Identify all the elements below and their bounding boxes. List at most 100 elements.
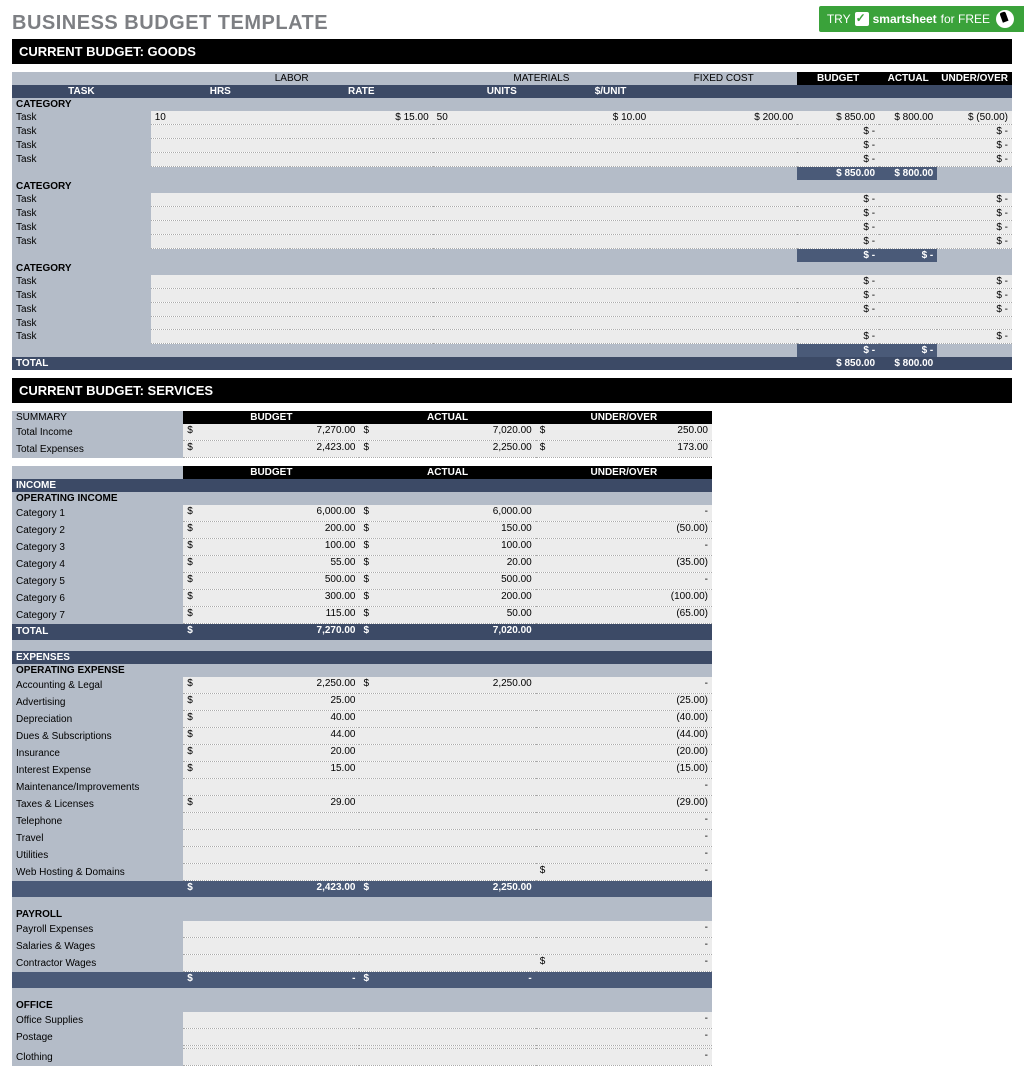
cell[interactable]: Task <box>12 275 151 289</box>
cell[interactable]: $15.00 <box>183 762 359 779</box>
cell[interactable]: $ - <box>797 235 879 249</box>
cell[interactable]: - <box>536 921 712 938</box>
cell[interactable]: $ - <box>937 153 1012 167</box>
cell[interactable] <box>359 711 535 728</box>
cell[interactable]: $173.00 <box>536 441 712 458</box>
cell[interactable] <box>433 289 571 303</box>
cell[interactable]: $ - <box>797 303 879 317</box>
cell[interactable] <box>151 153 290 167</box>
cell[interactable]: $20.00 <box>359 556 535 573</box>
cell[interactable] <box>183 1029 359 1046</box>
cell[interactable]: $29.00 <box>183 796 359 813</box>
cell[interactable]: $ - <box>797 330 879 344</box>
cell[interactable] <box>433 317 571 330</box>
cell[interactable]: $ - <box>937 125 1012 139</box>
cell[interactable] <box>433 207 571 221</box>
cell[interactable]: (100.00) <box>536 590 712 607</box>
cell[interactable] <box>359 921 535 938</box>
cell[interactable]: Task <box>12 111 151 125</box>
cell[interactable] <box>359 830 535 847</box>
cell[interactable]: $6,000.00 <box>359 505 535 522</box>
cell[interactable]: - <box>536 539 712 556</box>
cell[interactable]: $ 15.00 <box>290 111 433 125</box>
cell[interactable]: $100.00 <box>359 539 535 556</box>
cell[interactable] <box>290 275 433 289</box>
cell[interactable] <box>290 221 433 235</box>
cell[interactable] <box>151 303 290 317</box>
cell[interactable]: (65.00) <box>536 607 712 624</box>
cell[interactable] <box>183 955 359 972</box>
cell[interactable]: $ - <box>797 193 879 207</box>
cell[interactable] <box>359 938 535 955</box>
cell[interactable]: $7,270.00 <box>183 424 359 441</box>
cell[interactable] <box>571 235 650 249</box>
cell[interactable]: $ 800.00 <box>879 111 937 125</box>
cell[interactable] <box>290 139 433 153</box>
cell[interactable]: $ - <box>937 330 1012 344</box>
cell[interactable]: (50.00) <box>536 522 712 539</box>
cell[interactable]: $ - <box>797 289 879 303</box>
cell[interactable] <box>879 317 937 330</box>
cell[interactable]: (20.00) <box>536 745 712 762</box>
cell[interactable] <box>433 303 571 317</box>
cell[interactable]: $ (50.00) <box>937 111 1012 125</box>
cell[interactable]: 50 <box>433 111 571 125</box>
cell[interactable]: $ - <box>937 289 1012 303</box>
cell[interactable] <box>571 139 650 153</box>
cell[interactable]: Task <box>12 125 151 139</box>
cell[interactable]: $ - <box>797 139 879 153</box>
cell[interactable]: $115.00 <box>183 607 359 624</box>
cell[interactable] <box>359 728 535 745</box>
cell[interactable] <box>359 762 535 779</box>
cell[interactable] <box>290 207 433 221</box>
cell[interactable] <box>290 303 433 317</box>
cell[interactable]: $ - <box>937 221 1012 235</box>
cell[interactable]: $ - <box>937 207 1012 221</box>
cell[interactable]: $150.00 <box>359 522 535 539</box>
cell[interactable]: Task <box>12 317 151 330</box>
cell[interactable]: (25.00) <box>536 694 712 711</box>
cell[interactable] <box>879 193 937 207</box>
cell[interactable]: (44.00) <box>536 728 712 745</box>
cell[interactable]: - <box>536 938 712 955</box>
cell[interactable] <box>290 317 433 330</box>
cell[interactable] <box>183 779 359 796</box>
cell[interactable]: $2,250.00 <box>183 677 359 694</box>
cell[interactable]: $7,020.00 <box>359 424 535 441</box>
cell[interactable] <box>433 330 571 344</box>
cell[interactable]: (29.00) <box>536 796 712 813</box>
cell[interactable] <box>650 207 797 221</box>
cell[interactable]: $- <box>536 864 712 881</box>
cell[interactable] <box>151 221 290 235</box>
cell[interactable]: Task <box>12 221 151 235</box>
cell[interactable]: $ - <box>937 303 1012 317</box>
cell[interactable]: $ - <box>797 125 879 139</box>
cell[interactable]: $ 10.00 <box>571 111 650 125</box>
cell[interactable]: (15.00) <box>536 762 712 779</box>
cell[interactable] <box>290 235 433 249</box>
cell[interactable] <box>879 235 937 249</box>
cell[interactable]: $ 850.00 <box>797 111 879 125</box>
cell[interactable] <box>151 207 290 221</box>
cell[interactable] <box>359 745 535 762</box>
cell[interactable]: $50.00 <box>359 607 535 624</box>
cell[interactable]: Task <box>12 289 151 303</box>
cell[interactable] <box>359 796 535 813</box>
cell[interactable]: $20.00 <box>183 745 359 762</box>
cell[interactable] <box>571 207 650 221</box>
cell[interactable]: $25.00 <box>183 694 359 711</box>
cell[interactable]: Task <box>12 303 151 317</box>
cell[interactable] <box>151 139 290 153</box>
cell[interactable]: (35.00) <box>536 556 712 573</box>
cell[interactable] <box>433 139 571 153</box>
cell[interactable] <box>937 317 1012 330</box>
cell[interactable] <box>879 139 937 153</box>
cell[interactable]: $200.00 <box>359 590 535 607</box>
cell[interactable]: $2,250.00 <box>359 441 535 458</box>
cell[interactable]: Task <box>12 139 151 153</box>
cell[interactable] <box>879 221 937 235</box>
cell[interactable]: - <box>536 1049 712 1066</box>
cell[interactable] <box>650 153 797 167</box>
cell[interactable] <box>183 921 359 938</box>
cell[interactable]: Task <box>12 235 151 249</box>
